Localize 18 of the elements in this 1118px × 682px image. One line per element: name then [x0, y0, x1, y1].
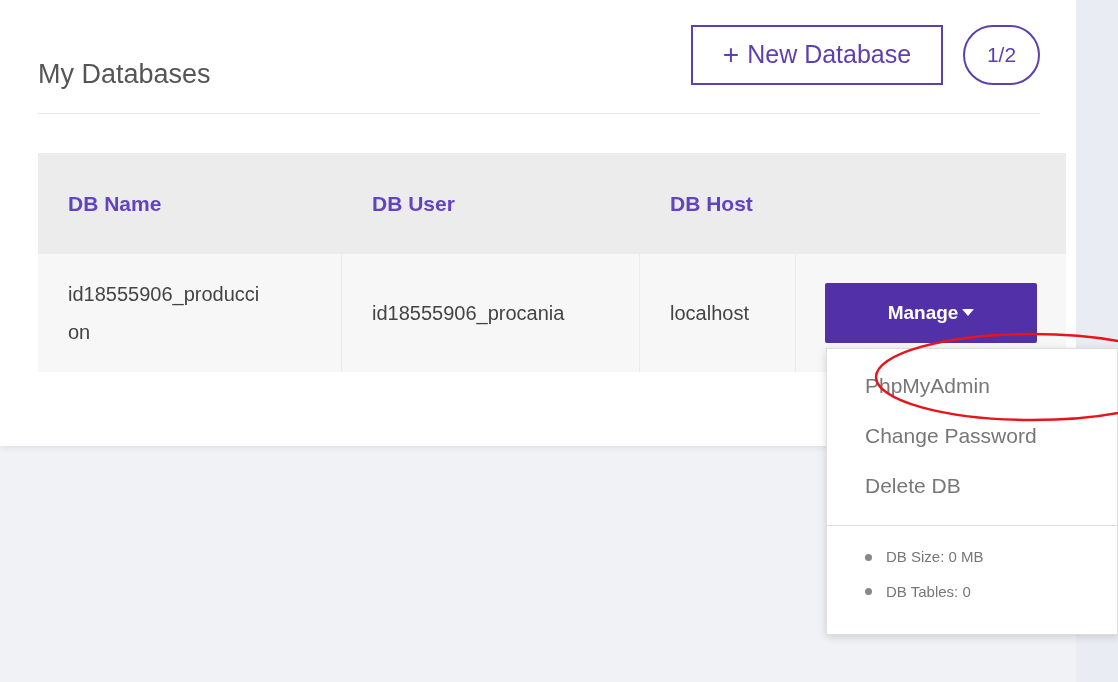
column-header: DB Name: [68, 191, 162, 215]
column-header: DB User: [372, 191, 455, 215]
table-cell-text: id18555906_procania: [372, 301, 565, 327]
database-info: DB Tables: 0: [886, 581, 971, 602]
menu-item[interactable]: Delete DB: [827, 461, 1117, 511]
new-database-button[interactable]: + New Database: [691, 24, 943, 85]
caret-icon: [962, 309, 975, 317]
plus-icon: +: [722, 33, 740, 76]
column-header: DB Host: [670, 191, 753, 215]
menu-item[interactable]: Change Password: [827, 411, 1117, 461]
database-info: DB Size: 0 MB: [886, 547, 984, 567]
bullet-icon: [865, 588, 872, 596]
bullet-icon: [865, 553, 872, 561]
manage-button[interactable]: Manage: [825, 283, 1037, 343]
page-counter[interactable]: 1/2: [963, 24, 1040, 85]
table-cell-text: localhost: [670, 301, 749, 326]
page-title: My Databases: [38, 58, 212, 92]
table-cell-text: id18555906_produccion: [68, 282, 261, 345]
